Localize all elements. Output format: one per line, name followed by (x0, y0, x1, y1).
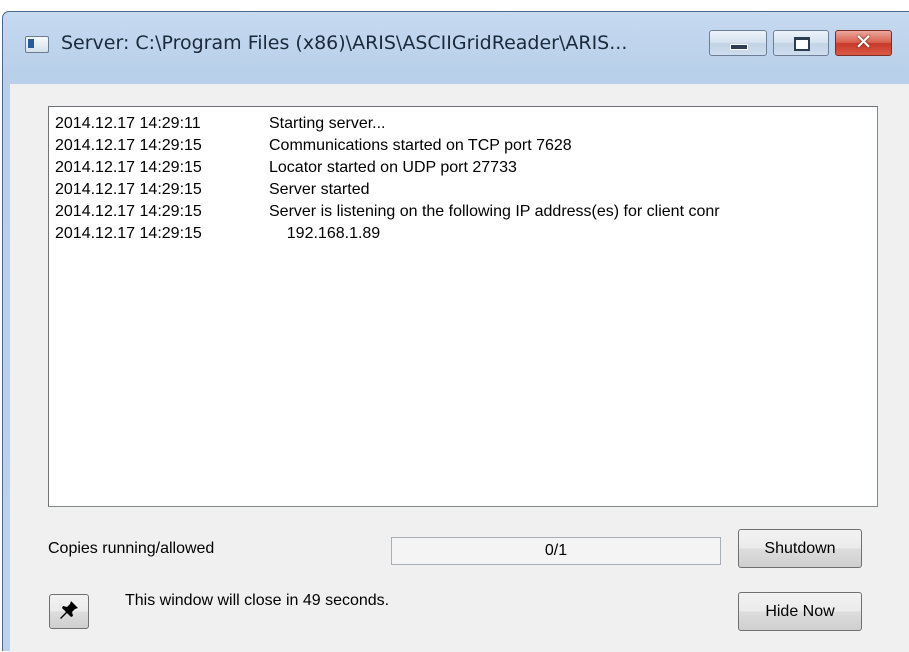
log-line: 2014.12.17 14:29:11 Starting server... (55, 115, 386, 133)
copies-running-label: Copies running/allowed (48, 540, 215, 557)
log-timestamp: 2014.12.17 14:29:15 (55, 181, 202, 198)
log-textbox[interactable]: 2014.12.17 14:29:11 Starting server... 20… (48, 106, 878, 507)
log-timestamp: 2014.12.17 14:29:15 (55, 225, 202, 242)
title-bar[interactable]: Server: C:\Program Files (x86)\ARIS\ASCI… (3, 12, 909, 70)
log-line: 2014.12.17 14:29:15 Server is listening o… (55, 203, 720, 221)
log-line: 2014.12.17 14:29:15 Communications starte… (55, 137, 572, 155)
minimize-icon (730, 44, 748, 50)
pin-icon (50, 599, 88, 621)
close-icon: ✕ (854, 30, 873, 54)
log-message: 192.168.1.89 (269, 225, 381, 242)
window-title: Server: C:\Program Files (x86)\ARIS\ASCI… (61, 32, 628, 54)
shutdown-button[interactable]: Shutdown (738, 529, 862, 568)
application-window-icon[interactable] (25, 36, 49, 53)
log-message: Server is listening on the following IP … (269, 203, 720, 220)
log-message: Communications started on TCP port 7628 (269, 137, 572, 154)
log-timestamp: 2014.12.17 14:29:15 (55, 137, 202, 154)
auto-close-message: This window will close in 49 seconds. (125, 592, 390, 609)
pin-button[interactable] (49, 594, 89, 629)
window-client-area: 2014.12.17 14:29:11 Starting server... 20… (10, 84, 909, 652)
copies-running-value: 0/1 (391, 537, 721, 565)
minimize-button[interactable] (709, 30, 767, 56)
log-message: Locator started on UDP port 27733 (269, 159, 517, 176)
log-line: 2014.12.17 14:29:15 192.168.1.89 (55, 225, 380, 243)
log-message: Starting server... (269, 115, 386, 132)
log-line: 2014.12.17 14:29:15 Locator started on UD… (55, 159, 517, 177)
hide-now-button[interactable]: Hide Now (738, 592, 862, 631)
log-timestamp: 2014.12.17 14:29:15 (55, 159, 202, 176)
log-timestamp: 2014.12.17 14:29:11 (55, 115, 201, 132)
maximize-button[interactable] (773, 30, 829, 56)
log-line: 2014.12.17 14:29:15 Server started (55, 181, 369, 199)
close-button[interactable]: ✕ (835, 30, 892, 56)
log-message: Server started (269, 181, 370, 198)
maximize-icon (794, 37, 810, 51)
log-timestamp: 2014.12.17 14:29:15 (55, 203, 202, 220)
server-window: Server: C:\Program Files (x86)\ARIS\ASCI… (2, 11, 909, 652)
